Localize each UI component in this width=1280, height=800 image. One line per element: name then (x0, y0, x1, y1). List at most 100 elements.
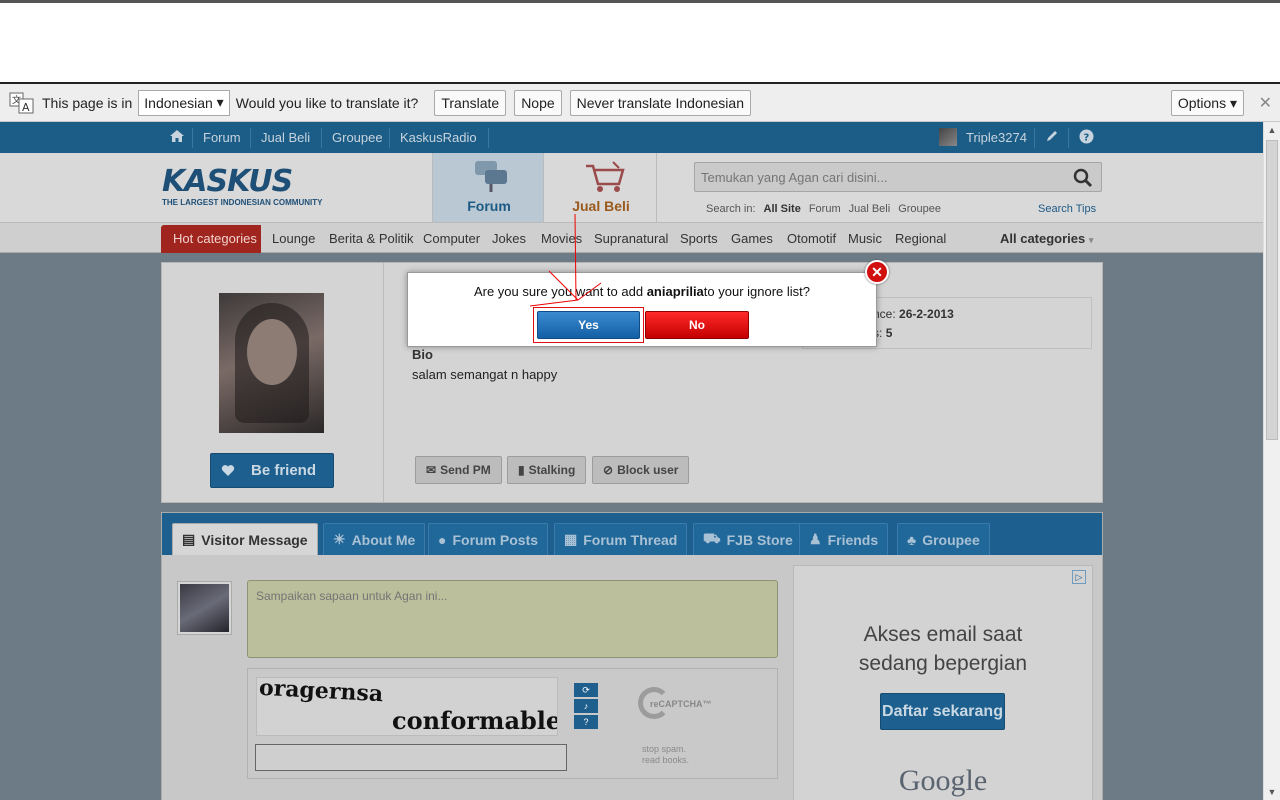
tab-jual-beli[interactable]: Jual Beli (545, 153, 657, 222)
tab-friends[interactable]: ♟ Friends (799, 523, 889, 555)
nav-forum[interactable]: Forum (203, 130, 241, 145)
page-scrollbar[interactable]: ▲ ▼ (1263, 122, 1280, 800)
ad-headline: Akses email saat sedang bepergian (858, 623, 1028, 675)
translate-text-before: This page is in (42, 94, 133, 111)
cat-regional[interactable]: Regional (895, 231, 946, 246)
language-select[interactable]: Indonesian ▾ (138, 89, 230, 116)
captcha-controls: ⟳ ♪ ? (574, 683, 598, 731)
search-icon[interactable] (1073, 168, 1093, 188)
recaptcha-logo: reCAPTCHA™ (638, 687, 718, 727)
search-tips-link[interactable]: Search Tips (1038, 203, 1096, 215)
ad-cta-button[interactable]: Daftar sekarang (880, 693, 1005, 730)
all-categories[interactable]: All categories ▾ (1000, 231, 1093, 246)
translate-bar: 文A This page is in Indonesian ▾ Would yo… (0, 84, 1280, 122)
scrollbar-thumb[interactable] (1266, 140, 1278, 440)
scroll-down-icon[interactable]: ▼ (1264, 784, 1280, 800)
tab-forum[interactable]: Forum (432, 153, 544, 222)
bio-label: Bio (412, 347, 433, 362)
recaptcha-slogan: stop spam. read books. (642, 744, 690, 765)
tab-forum-posts[interactable]: ● Forum Posts (428, 523, 549, 555)
audio-icon[interactable]: ♪ (574, 699, 598, 713)
dialog-username: aniaprilia (646, 284, 704, 299)
cart-small-icon: ⛟ (703, 530, 721, 546)
search-in-all-site[interactable]: All Site (764, 203, 801, 215)
cat-computer[interactable]: Computer (423, 231, 480, 246)
scroll-up-icon[interactable]: ▲ (1264, 122, 1280, 138)
profile-tabs: ▤ Visitor Message ☀ About Me ● Forum Posts … (162, 513, 1102, 555)
nav-username[interactable]: Triple3274 (966, 130, 1027, 145)
cat-sports[interactable]: Sports (680, 231, 718, 246)
nav-groupee[interactable]: Groupee (332, 130, 383, 145)
block-icon: ⊘ (603, 463, 614, 477)
profile-tabs-section: ▤ Visitor Message ☀ About Me ● Forum Posts … (161, 512, 1103, 800)
close-icon[interactable]: ✕ (1259, 93, 1272, 113)
search-in-jual-beli[interactable]: Jual Beli (849, 203, 891, 215)
no-button[interactable]: No (645, 311, 749, 339)
my-avatar (177, 581, 232, 635)
be-friend-button[interactable]: Be friend (210, 453, 334, 488)
home-icon[interactable] (169, 129, 185, 146)
kaskus-logo[interactable]: KASKUS THE LARGEST INDONESIAN COMMUNITY (162, 167, 342, 208)
captcha-box: oragernsa conformable ⟳ ♪ ? reCAPTCHA™ s… (247, 668, 778, 779)
cat-movies[interactable]: Movies (541, 231, 582, 246)
svg-text:A: A (22, 101, 30, 114)
group-icon: ♣ (907, 531, 917, 548)
help-icon[interactable]: ? (574, 715, 598, 729)
search-input[interactable] (695, 163, 1055, 191)
search-box (694, 162, 1102, 192)
search-in-groupee[interactable]: Groupee (898, 203, 941, 215)
user-avatar[interactable] (939, 128, 957, 146)
profile-left-column: Be friend (162, 263, 384, 502)
join-date: 26-2-2013 (899, 307, 954, 321)
block-user-button[interactable]: ⊘ Block user (592, 456, 690, 484)
browser-top-area (0, 0, 1280, 84)
never-translate-button[interactable]: Never translate Indonesian (569, 89, 751, 116)
translate-text-after: Would you like to translate it? (235, 94, 419, 111)
ad-panel: ▷ Akses email saat sedang bepergian Daft… (793, 565, 1093, 800)
cat-music[interactable]: Music (848, 231, 882, 246)
adchoices-icon[interactable]: ▷ (1072, 570, 1086, 584)
hot-categories[interactable]: Hot categories (161, 225, 261, 253)
nav-kaskus-radio[interactable]: KaskusRadio (400, 130, 477, 145)
nav-jual-beli[interactable]: Jual Beli (261, 130, 310, 145)
pencil-icon[interactable] (1045, 129, 1059, 146)
captcha-input[interactable] (255, 744, 567, 771)
dialog-close-icon[interactable]: ✕ (865, 260, 889, 284)
site-header: KASKUS THE LARGEST INDONESIAN COMMUNITY … (0, 153, 1263, 222)
tab-forum-thread[interactable]: ▦ Forum Thread (554, 523, 688, 555)
cat-supranatural[interactable]: Supranatural (594, 231, 668, 246)
tab-about-me[interactable]: ☀ About Me (323, 523, 426, 555)
cat-games[interactable]: Games (731, 231, 773, 246)
bio-text: salam semangat n happy (412, 367, 558, 382)
translate-icon: 文A (8, 91, 36, 115)
post-count: 5 (885, 326, 893, 340)
send-pm-button[interactable]: ✉ Send PM (415, 456, 502, 484)
ignore-confirm-dialog: Are you sure you want to add aniapriliat… (407, 272, 877, 347)
visitor-message-input[interactable] (247, 580, 778, 658)
refresh-icon[interactable]: ⟳ (574, 683, 598, 697)
search-in-forum[interactable]: Forum (809, 203, 841, 215)
tab-visitor-message[interactable]: ▤ Visitor Message (172, 523, 318, 555)
options-dropdown[interactable]: Options ▾ (1170, 90, 1244, 116)
top-navbar: Forum Jual Beli Groupee KaskusRadio Trip… (0, 122, 1263, 153)
bookmark-icon: ▮ (518, 463, 525, 477)
svg-text:?: ? (1084, 133, 1090, 144)
cat-lounge[interactable]: Lounge (272, 231, 315, 246)
cart-icon (583, 158, 627, 197)
cat-berita-politik[interactable]: Berita & Politik (329, 231, 414, 246)
tab-fjb-store[interactable]: ⛟ FJB Store (693, 523, 803, 555)
translate-button[interactable]: Translate (434, 89, 507, 116)
help-icon[interactable]: ? (1079, 129, 1094, 147)
yes-button[interactable]: Yes (537, 311, 640, 339)
category-bar: Hot categories Lounge Berita & Politik C… (0, 222, 1263, 253)
search-in-options: Search in: All Site Forum Jual Beli Grou… (706, 203, 941, 215)
tab-groupee[interactable]: ♣ Groupee (897, 523, 990, 555)
stalking-button[interactable]: ▮ Stalking (507, 456, 587, 484)
nope-button[interactable]: Nope (514, 89, 562, 116)
page-content: Forum Jual Beli Groupee KaskusRadio Trip… (0, 122, 1263, 800)
envelope-icon: ✉ (426, 463, 437, 477)
cat-jokes[interactable]: Jokes (492, 231, 526, 246)
forum-icon (471, 158, 511, 197)
cat-otomotif[interactable]: Otomotif (787, 231, 836, 246)
heart-icon (221, 465, 235, 476)
